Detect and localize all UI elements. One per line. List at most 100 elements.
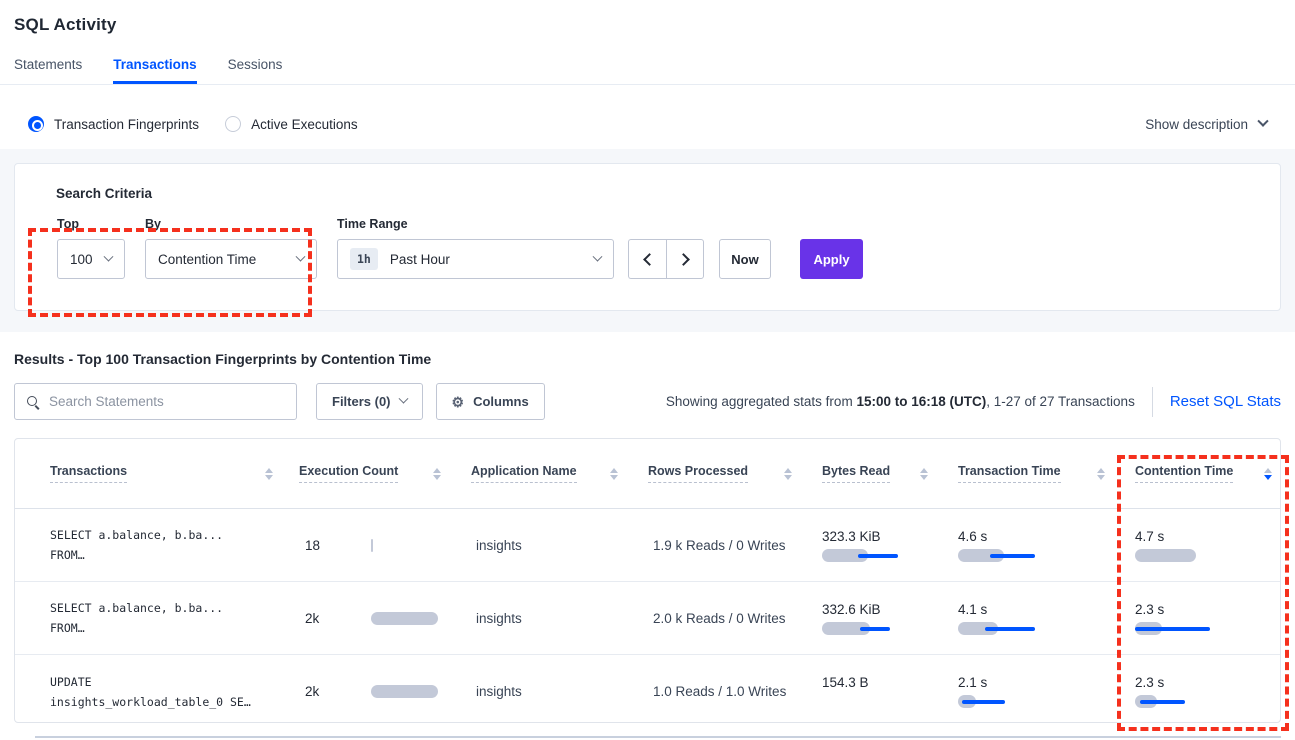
top-select-value: 100 [70,252,105,267]
contention-time-cell: 4.7 s [1135,529,1280,562]
col-header-rows-processed[interactable]: Rows Processed [648,464,822,483]
transaction-time-cell: 2.1 s [958,675,1135,708]
columns-label: Columns [473,394,529,409]
radio-label: Active Executions [251,117,358,132]
tab-statements[interactable]: Statements [14,57,82,84]
chevron-down-icon [296,251,306,261]
sort-icon [920,468,928,480]
rows-processed-cell: 1.0 Reads / 1.0 Writes [648,684,822,699]
view-toggle-group: Transaction Fingerprints Active Executio… [28,116,358,132]
table-row: SELECT a.balance, b.ba... FROM… 2k insig… [15,582,1280,655]
transactions-table: Transactions Execution Count Application… [14,438,1281,723]
columns-button[interactable]: ⚙ Columns [436,383,545,420]
apply-button[interactable]: Apply [800,239,863,279]
tab-transactions[interactable]: Transactions [113,57,196,84]
rows-processed-cell: 1.9 k Reads / 0 Writes [648,538,822,553]
execution-count-bar [371,612,438,625]
time-range-control: Time Range 1h Past Hour [317,217,614,279]
toolbar-right: Showing aggregated stats from 15:00 to 1… [666,387,1281,417]
col-header-transaction-time[interactable]: Transaction Time [958,464,1135,483]
col-header-execution-count[interactable]: Execution Count [299,464,471,483]
radio-selected-icon [28,116,44,132]
show-description-toggle[interactable]: Show description [1145,117,1267,132]
transaction-time-cell: 4.6 s [958,529,1135,562]
table-header-row: Transactions Execution Count Application… [15,439,1280,509]
sort-icon [433,468,441,480]
view-toggle-bar: Transaction Fingerprints Active Executio… [0,99,1295,149]
search-criteria-heading: Search Criteria [56,186,1280,201]
time-range-select[interactable]: 1h Past Hour [337,239,614,279]
by-label: By [145,217,317,231]
tab-bar: Statements Transactions Sessions [0,57,1295,85]
execution-count-bar [371,685,438,698]
prev-time-button[interactable] [628,239,666,279]
chevron-down-icon [398,394,408,404]
results-heading: Results - Top 100 Transaction Fingerprin… [14,351,1281,367]
transaction-fingerprint-link[interactable]: SELECT a.balance, b.ba... FROM… [15,525,299,565]
bytes-read-bar [822,549,922,562]
sort-icon [1097,468,1105,480]
contention-time-bar [1135,549,1235,562]
table-row: UPDATE insights_workload_table_0 SE… 2k … [15,655,1280,723]
filters-button[interactable]: Filters (0) [316,383,423,420]
transaction-time-bar [958,695,1058,708]
horizontal-scrollbar[interactable] [35,736,1281,738]
col-header-contention-time[interactable]: Contention Time [1135,464,1280,483]
show-description-label: Show description [1145,117,1248,132]
radio-active-executions[interactable]: Active Executions [225,116,358,132]
chevron-down-icon [593,251,603,261]
results-toolbar: Filters (0) ⚙ Columns Showing aggregated… [14,383,1281,420]
stats-time-range: 15:00 to 16:18 (UTC) [856,394,986,409]
bytes-read-cell: 323.3 KiB [822,529,958,562]
application-name-cell: insights [471,611,648,626]
chevron-left-icon [643,253,656,266]
search-statements-box [14,383,297,420]
col-header-transactions[interactable]: Transactions [15,464,299,483]
chevron-down-icon [104,251,114,261]
rows-processed-cell: 2.0 k Reads / 0 Writes [648,611,822,626]
transaction-time-cell: 4.1 s [958,602,1135,635]
reset-sql-stats-link[interactable]: Reset SQL Stats [1170,393,1281,410]
time-nav-group [628,239,704,279]
execution-count-cell: 2k [299,684,471,699]
top-label: Top [57,217,125,231]
search-criteria-controls: Top 100 By Contention Time Time Range 1h… [43,217,1280,279]
vertical-divider [1152,387,1153,417]
transaction-fingerprint-link[interactable]: SELECT a.balance, b.ba... FROM… [15,598,299,638]
content-band: Transaction Fingerprints Active Executio… [0,99,1295,332]
table-row: SELECT a.balance, b.ba... FROM… 18 insig… [15,509,1280,582]
radio-transaction-fingerprints[interactable]: Transaction Fingerprints [28,116,199,132]
search-criteria-card: Search Criteria Top 100 By Contention Ti… [14,163,1281,311]
search-input[interactable] [49,394,285,409]
contention-time-cell: 2.3 s [1135,602,1280,635]
by-control: By Contention Time [125,217,317,279]
time-range-label: Time Range [337,217,614,231]
transaction-time-bar [958,622,1058,635]
top-control: Top 100 [57,217,125,279]
col-header-application-name[interactable]: Application Name [471,464,648,483]
application-name-cell: insights [471,538,648,553]
bytes-read-cell: 332.6 KiB [822,602,958,635]
chevron-down-icon [1257,116,1268,127]
next-time-button[interactable] [666,239,704,279]
filters-label: Filters (0) [332,394,391,409]
tab-sessions[interactable]: Sessions [228,57,283,84]
now-button[interactable]: Now [719,239,771,279]
by-select[interactable]: Contention Time [145,239,317,279]
bytes-read-bar [822,622,922,635]
search-icon [26,395,40,409]
execution-count-bar [371,539,373,552]
radio-unselected-icon [225,116,241,132]
contention-time-bar [1135,695,1235,708]
top-select[interactable]: 100 [57,239,125,279]
contention-time-cell: 2.3 s [1135,675,1280,708]
by-select-value: Contention Time [158,252,297,267]
transaction-fingerprint-link[interactable]: UPDATE insights_workload_table_0 SE… [15,672,299,712]
radio-label: Transaction Fingerprints [54,117,199,132]
transaction-time-bar [958,549,1058,562]
col-header-bytes-read[interactable]: Bytes Read [822,464,958,483]
contention-time-bar [1135,622,1235,635]
chevron-right-icon [677,253,690,266]
gear-icon: ⚙ [452,395,465,409]
sort-desc-icon [1264,468,1272,480]
